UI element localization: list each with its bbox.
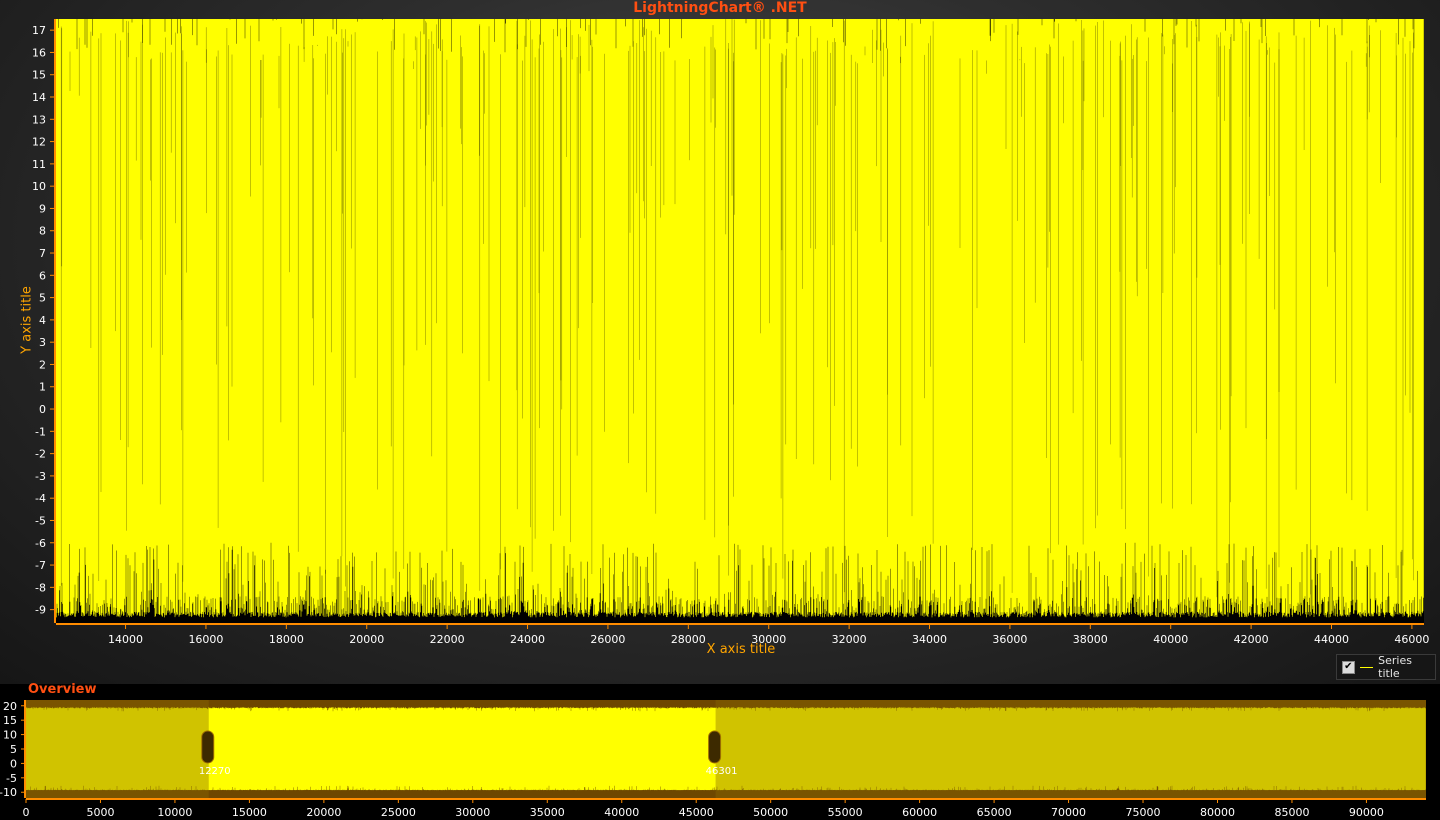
overview-x-tick-label: 90000 [1349,806,1384,819]
range-handle-left[interactable] [201,730,215,764]
overview-x-tick-label: 5000 [86,806,114,819]
overview-x-tick-label: 60000 [902,806,937,819]
overview-x-tick-label: 65000 [977,806,1012,819]
range-handle-right[interactable] [708,730,722,764]
overview-dim-left [26,700,209,798]
overview-x-tick-label: 20000 [306,806,341,819]
overview-x-tick-label: 75000 [1126,806,1161,819]
overview-y-tick-label: 5 [10,743,17,756]
overview-title: Overview [28,682,97,697]
overview-dim-right [715,700,1426,798]
overview-y-tick-label: 10 [3,729,17,742]
overview-x-tick-label: 70000 [1051,806,1086,819]
overview-chart-svg[interactable]: 12270 46301-10-5051015200 5000 10000 15000 20… [0,0,1440,820]
overview-x-tick-label: 40000 [604,806,639,819]
range-handle-label: 46301 [706,766,738,777]
overview-x-tick-label: 25000 [381,806,416,819]
overview-x-tick-label: 15000 [232,806,267,819]
overview-y-tick-label: 15 [3,714,17,727]
overview-y-tick-label: 20 [3,700,17,713]
overview-y-tick-label: -10 [0,786,17,799]
overview-x-tick-label: 45000 [679,806,714,819]
overview-y-tick-label: 0 [10,757,17,770]
overview-x-tick-label: 55000 [828,806,863,819]
overview-x-tick-label: 30000 [455,806,490,819]
overview-x-tick-label: 0 [23,806,30,819]
overview-x-tick-label: 85000 [1274,806,1309,819]
overview-x-tick-label: 35000 [530,806,565,819]
overview-y-tick-label: -5 [6,772,17,785]
overview-x-tick-label: 10000 [157,806,192,819]
overview-x-tick-label: 80000 [1200,806,1235,819]
overview-x-tick-label: 50000 [753,806,788,819]
range-handle-label: 12270 [199,766,231,777]
